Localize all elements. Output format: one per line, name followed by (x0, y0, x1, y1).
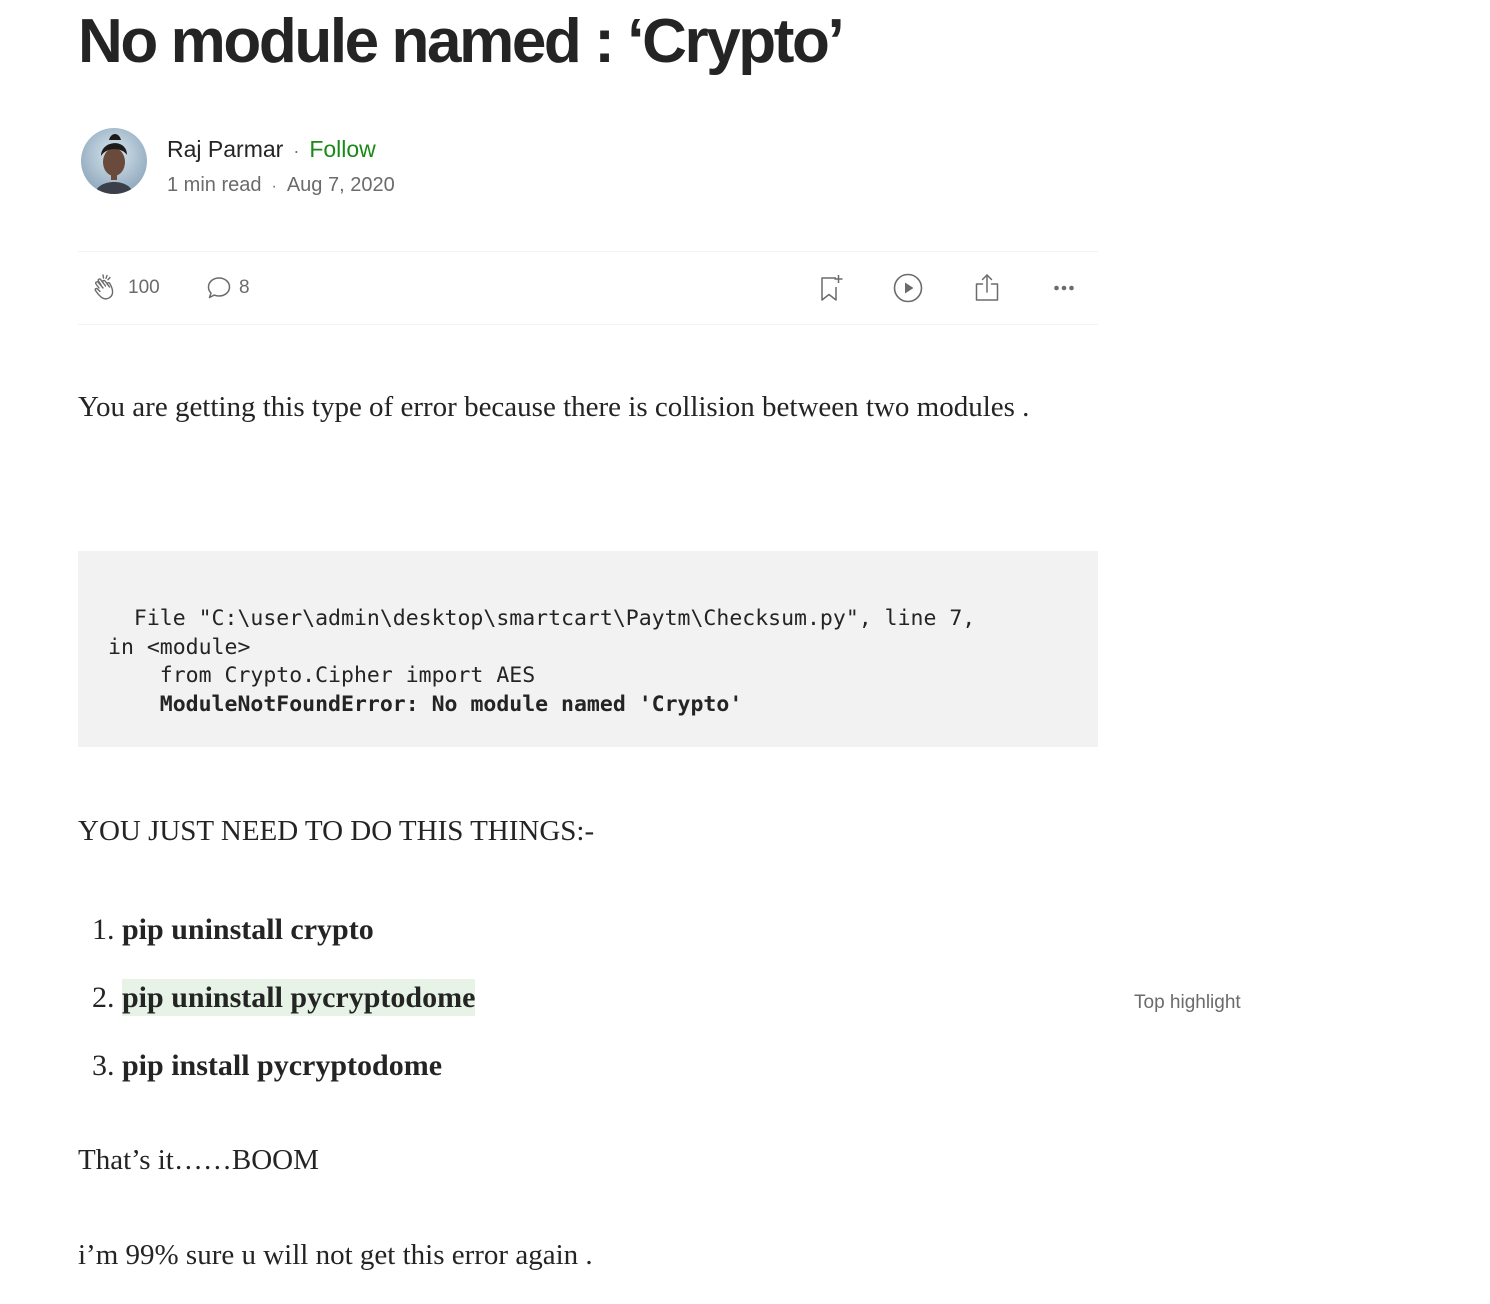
outro-paragraph: That’s it……BOOM (78, 1144, 319, 1176)
steps-heading: YOU JUST NEED TO DO THIS THINGS:- (78, 815, 595, 847)
code-error-line: ModuleNotFoundError: No module named 'Cr… (159, 691, 743, 717)
separator: · (271, 178, 277, 195)
list-number: 1. (92, 913, 115, 946)
code-line: from Crypto.Cipher import AES (108, 663, 536, 688)
author-avatar[interactable] (81, 128, 147, 194)
list-number: 2. (92, 981, 115, 1014)
response-count: 8 (239, 277, 250, 298)
list-text: pip install pycryptodome (122, 1049, 443, 1082)
share-button[interactable] (972, 252, 1002, 324)
article-title: No module named : ‘Crypto’ (78, 7, 845, 76)
list-item: 1. pip uninstall crypto (92, 910, 374, 950)
code-text: File "C:\user\admin\desktop\smartcart\Pa… (108, 605, 975, 719)
list-item: 2. pip uninstall pycryptodome (92, 978, 476, 1018)
share-icon (972, 272, 1002, 304)
closing-paragraph: i’m 99% sure u will not get this error a… (78, 1239, 593, 1271)
list-item: 3. pip install pycryptodome (92, 1046, 442, 1086)
code-line: in <module> (108, 634, 251, 660)
list-number: 3. (92, 1049, 115, 1082)
more-icon (1050, 274, 1078, 302)
listen-button[interactable] (892, 252, 924, 324)
clap-count: 100 (128, 277, 160, 298)
code-line-indent (108, 692, 160, 717)
avatar-image (81, 128, 147, 194)
author-line: Raj Parmar · Follow (167, 134, 376, 166)
bookmark-button[interactable] (816, 252, 846, 324)
bookmark-icon (816, 272, 846, 304)
publish-date: Aug 7, 2020 (286, 174, 395, 196)
responses-button[interactable]: 8 (205, 252, 250, 324)
follow-button[interactable]: Follow (309, 136, 375, 162)
separator: · (293, 141, 300, 161)
intro-paragraph: You are getting this type of error becau… (78, 391, 1030, 423)
code-block: File "C:\user\admin\desktop\smartcart\Pa… (78, 551, 1098, 747)
clap-icon (90, 272, 122, 304)
comment-icon (205, 274, 233, 302)
clap-button[interactable]: 100 (90, 252, 160, 324)
author-name[interactable]: Raj Parmar (167, 136, 283, 162)
highlighted-list-text[interactable]: pip uninstall pycryptodome (122, 979, 476, 1016)
article-action-bar: 100 8 (78, 251, 1098, 325)
play-icon (892, 272, 924, 304)
list-text: pip uninstall crypto (122, 913, 374, 946)
article-meta: 1 min read · Aug 7, 2020 (167, 172, 395, 200)
code-line: File "C:\user\admin\desktop\smartcart\Pa… (108, 606, 976, 631)
top-highlight-label[interactable]: Top highlight (1134, 992, 1241, 1014)
more-options-button[interactable] (1050, 252, 1078, 324)
read-time: 1 min read (167, 174, 262, 196)
